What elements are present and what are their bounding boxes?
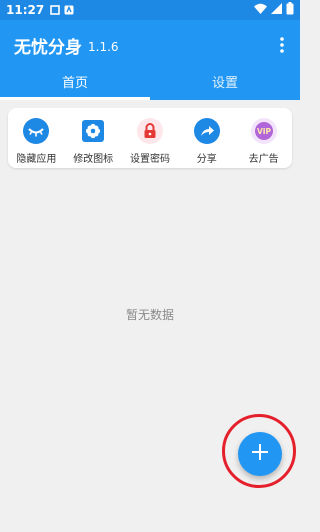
set-password-label: 设置密码 bbox=[129, 154, 170, 165]
share-label: 分享 bbox=[196, 154, 217, 165]
tab-home[interactable]: 首页 bbox=[0, 70, 150, 100]
share-arrow-icon bbox=[193, 118, 220, 144]
app-title: 无忧分身 bbox=[14, 37, 82, 58]
empty-state-text: 暂无数据 bbox=[125, 308, 174, 322]
share-action[interactable]: 分享 bbox=[178, 108, 235, 168]
app-version: 1.1.6 bbox=[88, 39, 119, 54]
signal-icon bbox=[271, 3, 282, 17]
tab-settings[interactable]: 设置 bbox=[150, 70, 300, 100]
set-password-action[interactable]: 设置密码 bbox=[122, 108, 179, 168]
closed-eye-icon bbox=[23, 118, 50, 144]
svg-text:VIP: VIP bbox=[257, 127, 272, 136]
remove-ads-action[interactable]: VIP 去广告 bbox=[235, 108, 292, 168]
tab-bar: 首页 设置 bbox=[0, 70, 300, 100]
status-bar: 11:27 bbox=[0, 0, 300, 20]
lock-icon bbox=[136, 118, 163, 144]
add-button[interactable] bbox=[238, 432, 282, 476]
flower-icon bbox=[80, 118, 106, 144]
battery-icon bbox=[286, 2, 294, 18]
status-time: 11:27 bbox=[6, 3, 45, 17]
plus-icon bbox=[251, 443, 269, 465]
wifi-icon bbox=[254, 3, 267, 17]
vip-icon: VIP bbox=[250, 118, 277, 144]
hide-app-label: 隐藏应用 bbox=[16, 154, 57, 165]
remove-ads-label: 去广告 bbox=[248, 154, 279, 165]
more-vert-icon[interactable] bbox=[274, 33, 290, 57]
app-icon bbox=[64, 5, 74, 15]
hide-app-action[interactable]: 隐藏应用 bbox=[8, 108, 65, 168]
quick-actions-card: 隐藏应用 修改图标 设置密码 分享 VIP 去广告 bbox=[8, 108, 292, 168]
change-icon-action[interactable]: 修改图标 bbox=[65, 108, 122, 168]
change-icon-label: 修改图标 bbox=[73, 154, 114, 165]
app-bar: 无忧分身 1.1.6 bbox=[0, 20, 300, 70]
square-icon bbox=[50, 5, 61, 15]
